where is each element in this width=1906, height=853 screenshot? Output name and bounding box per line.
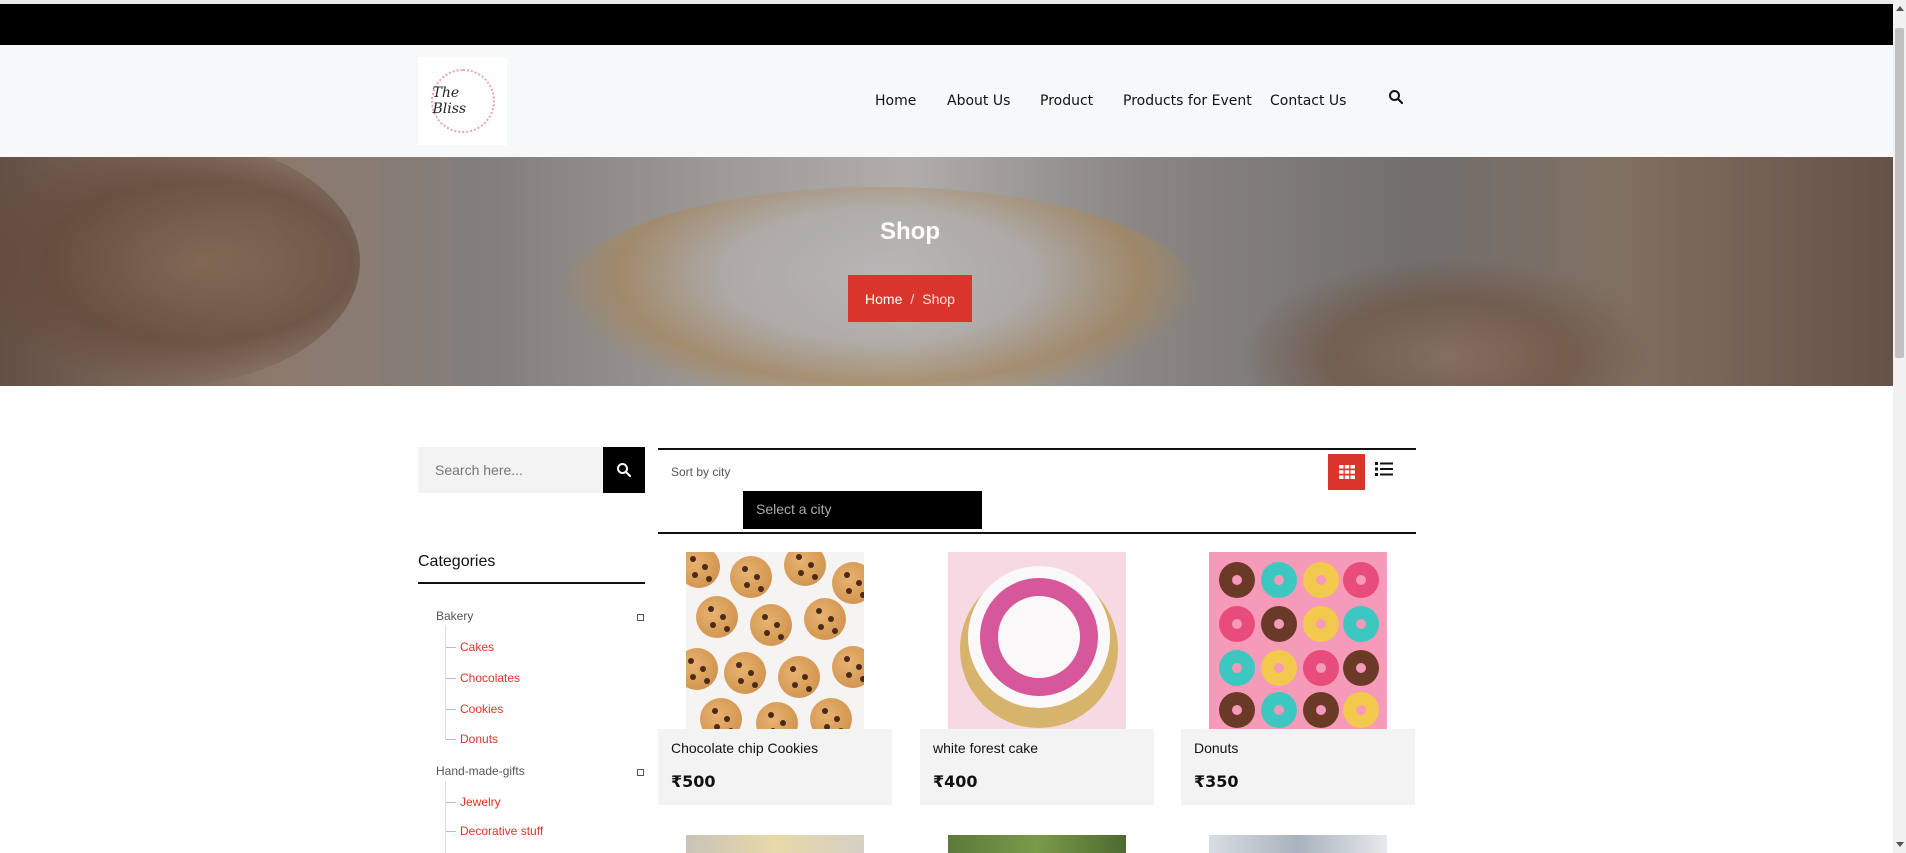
product-card[interactable]: Chocolate chip Cookies ₹500	[658, 552, 892, 805]
scrollbar-thumb[interactable]	[1895, 28, 1904, 358]
product-price: ₹400	[933, 772, 978, 791]
product-image-peek[interactable]	[948, 835, 1126, 853]
logo-text: The Bliss	[432, 85, 467, 117]
product-image-peek[interactable]	[1209, 835, 1387, 853]
scroll-down-icon[interactable]	[1896, 842, 1904, 847]
breadcrumb-home[interactable]: Home	[865, 291, 902, 307]
toolbar-top-border	[658, 448, 1416, 450]
grid-view-icon	[1338, 465, 1355, 479]
category-cookies[interactable]: Cookies	[460, 702, 503, 716]
breadcrumb-current: Shop	[922, 290, 955, 307]
product-price: ₹500	[671, 772, 716, 791]
list-view-icon[interactable]	[1374, 459, 1394, 479]
site-logo[interactable]: The Bliss	[418, 57, 507, 145]
nav-product[interactable]: Product	[1040, 93, 1093, 109]
category-decorative-stuff[interactable]: Decorative stuff	[460, 824, 543, 838]
product-image-donuts[interactable]	[1209, 552, 1387, 729]
product-name[interactable]: white forest cake	[933, 740, 1038, 756]
category-jewelry[interactable]: Jewelry	[460, 795, 501, 809]
breadcrumb: Home / Shop	[848, 275, 972, 322]
category-hand-made-gifts[interactable]: Hand-made-gifts	[436, 764, 525, 778]
search-button[interactable]	[603, 447, 645, 493]
logo-ring: The Bliss	[430, 69, 495, 133]
collapse-icon[interactable]	[637, 614, 644, 621]
category-chocolates[interactable]: Chocolates	[460, 671, 520, 685]
page-scrollbar[interactable]	[1893, 0, 1906, 853]
category-cakes[interactable]: Cakes	[460, 640, 494, 654]
collapse-icon[interactable]	[637, 769, 644, 776]
sort-label: Sort by city	[671, 465, 731, 479]
toolbar-bottom-border	[658, 532, 1416, 534]
product-image-peek[interactable]	[686, 835, 864, 853]
search-icon	[617, 463, 632, 478]
nav-products-for-event[interactable]: Products for Event	[1123, 93, 1252, 109]
product-image-cake[interactable]	[948, 552, 1126, 729]
product-name[interactable]: Chocolate chip Cookies	[671, 740, 818, 756]
grid-view-button[interactable]	[1328, 454, 1365, 490]
site-header: The Bliss Home About Us Product Products…	[0, 45, 1893, 157]
product-price: ₹350	[1194, 772, 1239, 791]
scroll-up-icon[interactable]	[1896, 6, 1904, 11]
page-banner: Shop Home / Shop	[0, 157, 1893, 386]
breadcrumb-separator: /	[910, 290, 915, 307]
categories-title: Categories	[418, 553, 496, 570]
search-icon[interactable]	[1388, 89, 1404, 105]
product-name[interactable]: Donuts	[1194, 740, 1238, 756]
page-title: Shop	[880, 218, 940, 245]
nav-home[interactable]: Home	[875, 93, 916, 109]
nav-about-us[interactable]: About Us	[947, 93, 1010, 109]
sidebar-search: Search here...	[418, 447, 645, 493]
categories-divider	[418, 582, 645, 584]
product-image-cookies[interactable]	[686, 552, 864, 729]
product-card[interactable]: white forest cake ₹400	[920, 552, 1154, 805]
category-donuts[interactable]: Donuts	[460, 732, 498, 746]
product-card[interactable]: Donuts ₹350	[1181, 552, 1415, 805]
nav-contact-us[interactable]: Contact Us	[1270, 93, 1346, 109]
city-select[interactable]: Select a city	[743, 491, 982, 529]
search-input[interactable]: Search here...	[435, 462, 523, 478]
top-bar	[0, 0, 1893, 45]
category-bakery[interactable]: Bakery	[436, 609, 473, 623]
